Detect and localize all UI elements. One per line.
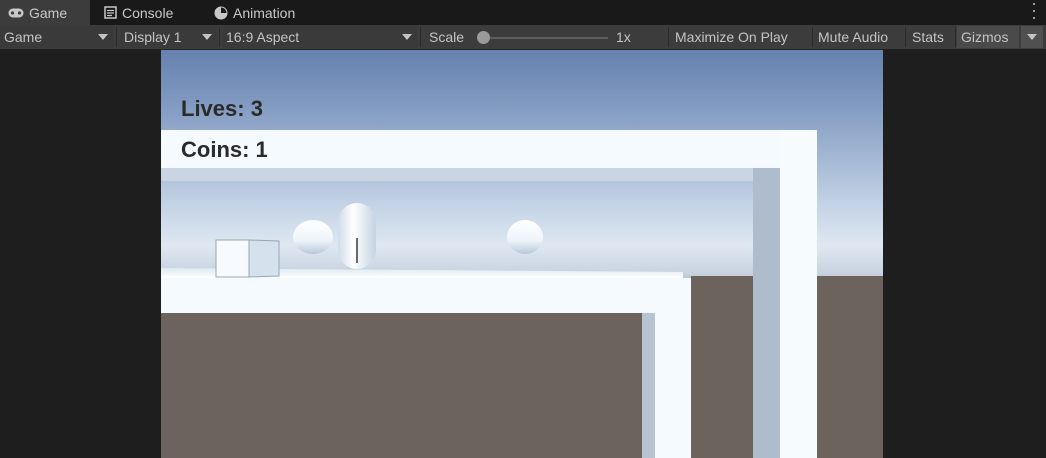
scale-value: 1x	[612, 26, 635, 48]
right-wall-inner-face	[753, 167, 780, 458]
animation-icon	[214, 6, 228, 19]
gamepad-icon	[8, 8, 24, 17]
gizmos-dropdown[interactable]	[1021, 26, 1043, 48]
pit-floor	[161, 313, 642, 458]
tab-label: Animation	[233, 4, 296, 21]
game-viewport-area: Lives: 3 Coins: 1	[0, 50, 1046, 458]
tab-game[interactable]: Game	[0, 0, 90, 25]
aspect-select[interactable]: 16:9 Aspect	[222, 26, 418, 48]
console-icon	[104, 6, 117, 19]
game-view-select[interactable]: Game	[0, 26, 114, 48]
coins-counter: Coins: 1	[181, 137, 268, 162]
more-options-icon[interactable]	[1032, 3, 1036, 19]
gizmos-toggle[interactable]: Gizmos	[957, 26, 1019, 48]
chevron-down-icon	[1027, 34, 1037, 40]
coin-sphere	[293, 220, 333, 254]
chevron-down-icon	[98, 34, 108, 40]
game-render-view[interactable]: Lives: 3 Coins: 1	[161, 50, 883, 458]
tab-label: Console	[122, 4, 174, 21]
maximize-on-play-toggle[interactable]: Maximize On Play	[671, 26, 792, 48]
game-view-select-value: Game	[4, 29, 43, 45]
scale-slider-track[interactable]	[484, 37, 608, 39]
display-select[interactable]: Display 1	[120, 26, 218, 48]
scale-slider-handle[interactable]	[477, 31, 490, 44]
chevron-down-icon	[202, 34, 212, 40]
player-capsule	[338, 203, 376, 269]
mute-audio-toggle[interactable]: Mute Audio	[814, 26, 893, 48]
stats-toggle[interactable]: Stats	[908, 26, 948, 48]
coin-sphere	[507, 220, 543, 254]
pit-inner-wall	[642, 313, 655, 458]
chevron-down-icon	[402, 34, 412, 40]
display-select-value: Display 1	[124, 29, 182, 45]
tab-label: Game	[29, 4, 68, 21]
game-scene	[161, 130, 883, 458]
aspect-select-value: 16:9 Aspect	[226, 29, 300, 45]
scale-label: Scale	[425, 26, 469, 48]
wall-shadow	[161, 167, 761, 181]
tab-console[interactable]: Console	[104, 0, 173, 25]
lives-counter: Lives: 3	[181, 96, 263, 121]
cube-object	[215, 239, 280, 278]
right-wall	[780, 130, 817, 458]
tab-animation[interactable]: Animation	[214, 0, 295, 25]
editor-tab-bar: Game Console Animation	[0, 0, 1046, 25]
